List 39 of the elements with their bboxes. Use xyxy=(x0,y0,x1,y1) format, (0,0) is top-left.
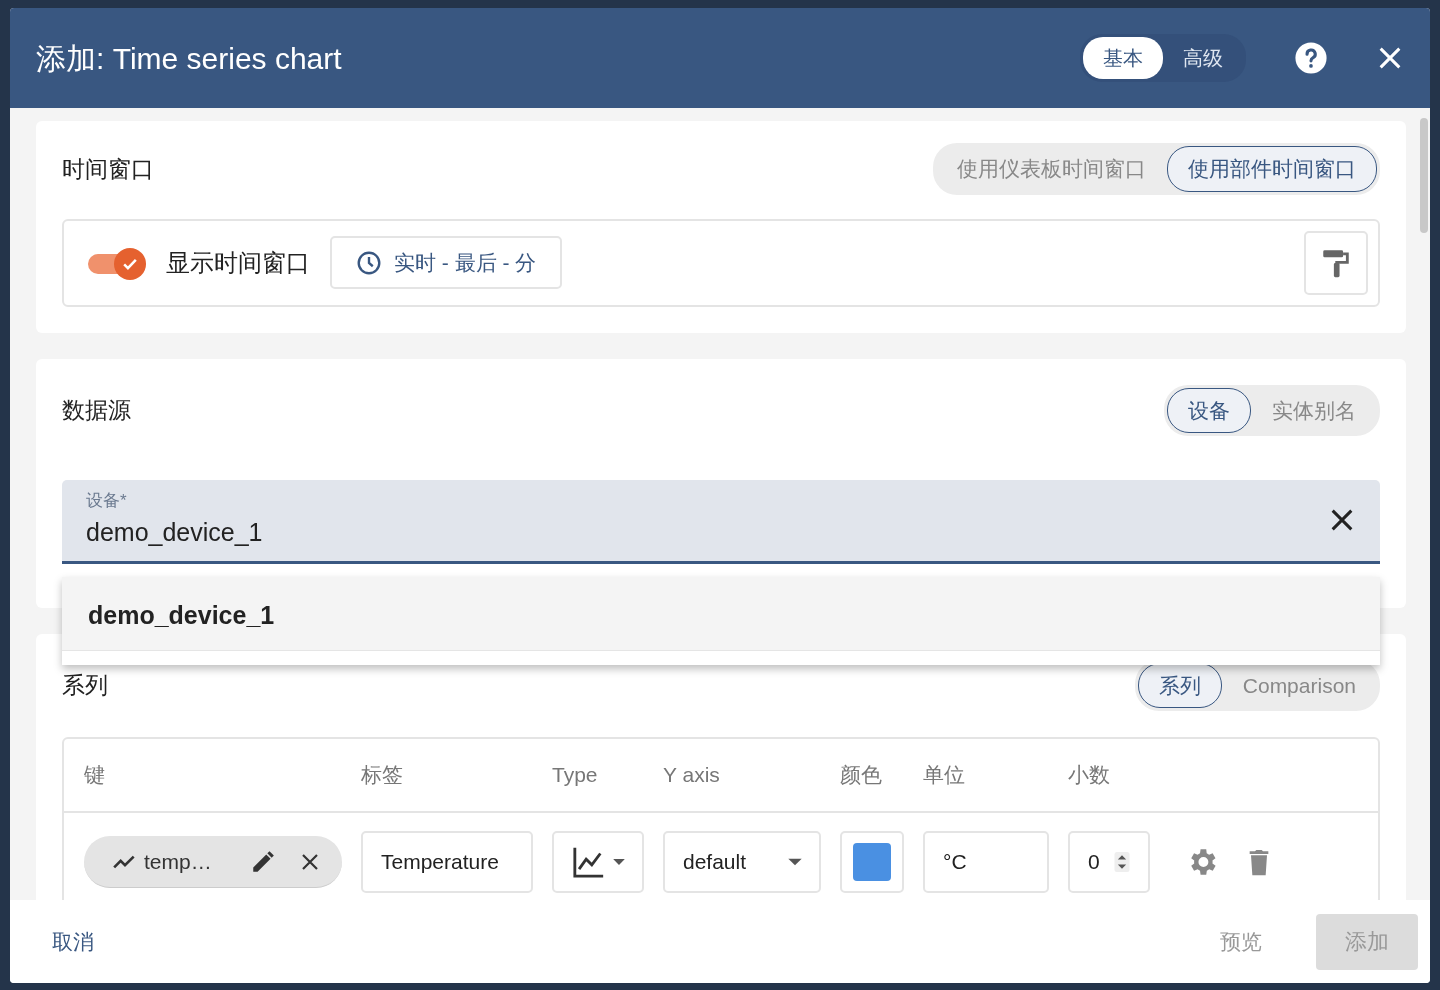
field-label: 设备* xyxy=(86,490,128,512)
section-title: 系列 xyxy=(62,671,108,700)
column-header: Type xyxy=(552,762,599,789)
column-header: 键 xyxy=(84,762,106,789)
column-header: 单位 xyxy=(923,762,966,789)
time-interval-button[interactable]: 实时 - 最后 - 分 xyxy=(330,235,563,290)
mode-tab[interactable]: 基本 xyxy=(1083,37,1163,79)
cancel-button[interactable]: 取消 xyxy=(36,919,110,964)
style-button[interactable] xyxy=(1304,230,1368,295)
chart-type-select[interactable] xyxy=(552,831,644,893)
toggle-switch[interactable] xyxy=(88,247,146,278)
units-input[interactable]: °C xyxy=(923,831,1049,893)
segment-option[interactable]: 设备 xyxy=(1167,387,1251,433)
segment-option[interactable]: 系列 xyxy=(1137,662,1222,708)
key-chip[interactable]: temp… xyxy=(84,836,342,888)
segment-option[interactable]: 使用部件时间窗口 xyxy=(1167,146,1377,192)
autocomplete-option[interactable]: demo_device_1 xyxy=(62,577,1380,651)
label-input[interactable]: Temperature xyxy=(361,831,533,893)
dialog-title: 添加: Time series chart xyxy=(36,40,342,77)
mode-tab[interactable]: 高级 xyxy=(1163,37,1243,79)
section-title: 数据源 xyxy=(62,396,131,425)
column-header: 标签 xyxy=(361,762,404,789)
color-picker[interactable] xyxy=(840,831,904,893)
toggle-label: 显示时间窗口 xyxy=(166,247,310,278)
device-input[interactable]: demo_device_1 xyxy=(86,513,1328,551)
scrollbar[interactable] xyxy=(1420,118,1428,233)
decimals-input[interactable]: 0 xyxy=(1068,831,1150,893)
spinner-arrows-icon xyxy=(1112,849,1132,875)
column-header: Y axis xyxy=(663,762,721,789)
section-title: 时间窗口 xyxy=(62,154,154,184)
device-field[interactable]: 设备* demo_device_1 xyxy=(62,480,1380,564)
line-chart-icon xyxy=(572,845,606,879)
y-axis-select[interactable]: default xyxy=(663,831,821,893)
edit-icon[interactable] xyxy=(250,848,276,875)
clock-icon xyxy=(356,249,382,276)
column-header: 小数 xyxy=(1068,762,1111,789)
help-icon[interactable] xyxy=(1294,41,1328,75)
column-header: 颜色 xyxy=(840,762,883,789)
key-text: temp… xyxy=(144,848,213,875)
